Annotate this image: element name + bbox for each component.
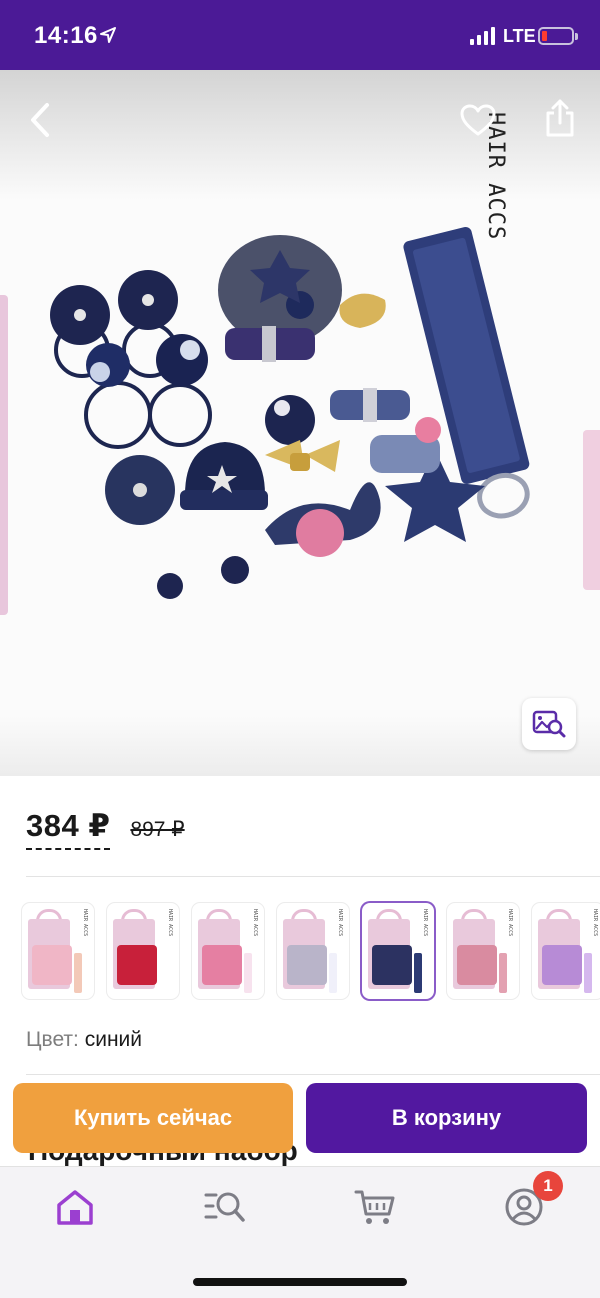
variant-thumbnail[interactable]: HAIR ACCS — [192, 903, 264, 999]
strap — [499, 953, 507, 993]
strap — [584, 953, 592, 993]
color-row: Цвет: синий — [26, 1028, 142, 1052]
chevron-left-icon — [31, 103, 49, 137]
variant-label: HAIR ACCS — [337, 909, 343, 937]
location-arrow-icon — [100, 27, 116, 43]
heart-icon — [460, 104, 496, 136]
home-indicator — [193, 1278, 407, 1286]
variant-label: HAIR ACCS — [167, 909, 173, 937]
price-block: 384 ₽ 897 ₽ — [26, 808, 185, 850]
color-value: синий — [84, 1028, 143, 1051]
back-button[interactable] — [20, 98, 60, 142]
variant-thumbnail[interactable]: HAIR ACCS — [107, 903, 179, 999]
accessory-set — [287, 945, 327, 985]
tab-cart[interactable] — [353, 1185, 397, 1229]
catalog-search-icon — [204, 1192, 245, 1222]
home-icon — [57, 1190, 93, 1225]
variant-label: HAIR ACCS — [507, 909, 513, 937]
variant-label: HAIR ACCS — [252, 909, 258, 937]
buy-now-button[interactable]: Купить сейчас — [13, 1083, 293, 1153]
strap — [74, 953, 82, 993]
variant-thumbnail[interactable]: HAIR ACCS — [532, 903, 600, 999]
product-image — [50, 226, 530, 599]
divider — [26, 1074, 600, 1075]
tab-home[interactable] — [53, 1185, 97, 1229]
old-price: 897 ₽ — [130, 818, 185, 841]
strap — [329, 953, 337, 993]
divider — [26, 876, 600, 877]
accessory-set — [202, 945, 242, 985]
status-time: 14:16 — [34, 22, 98, 49]
cart-icon — [354, 1190, 395, 1224]
status-bar: 14:16 LTE — [0, 0, 600, 70]
product-gallery[interactable]: HAIR ACCS — [0, 70, 600, 776]
variant-thumbnail[interactable]: HAIR ACCS — [22, 903, 94, 999]
variant-thumbnail[interactable]: HAIR ACCS — [447, 903, 519, 999]
current-price[interactable]: 384 ₽ — [26, 808, 111, 850]
image-search-icon — [532, 710, 566, 738]
share-icon — [546, 99, 574, 137]
strap — [244, 953, 252, 993]
previous-image-peek — [0, 295, 8, 615]
battery-icon — [538, 27, 578, 45]
variant-label: HAIR ACCS — [592, 909, 598, 937]
share-button[interactable] — [538, 94, 582, 142]
variant-label: HAIR ACCS — [422, 909, 428, 937]
accessory-set — [117, 945, 157, 985]
variant-label: HAIR ACCS — [82, 909, 88, 937]
variant-selector: HAIR ACCS HAIR ACCS HAIR ACCS HAIR ACCS HAIR… — [22, 903, 600, 999]
variant-thumbnail[interactable]: HAIR ACCS — [362, 903, 434, 999]
visual-search-button[interactable] — [522, 698, 576, 750]
accessory-set — [457, 945, 497, 985]
signal-icon — [470, 27, 495, 45]
cart-count-badge: 1 — [533, 1171, 563, 1201]
strap — [414, 953, 422, 993]
add-to-cart-button[interactable]: В корзину — [306, 1083, 587, 1153]
favorite-button[interactable] — [456, 98, 500, 142]
next-image-peek — [583, 430, 600, 590]
tab-catalog[interactable] — [203, 1185, 247, 1229]
variant-thumbnail[interactable]: HAIR ACCS — [277, 903, 349, 999]
strap — [159, 953, 167, 993]
accessory-set — [542, 945, 582, 985]
color-label: Цвет: — [26, 1028, 79, 1051]
accessory-set — [32, 945, 72, 985]
accessory-set — [372, 945, 412, 985]
network-type: LTE — [503, 26, 536, 46]
